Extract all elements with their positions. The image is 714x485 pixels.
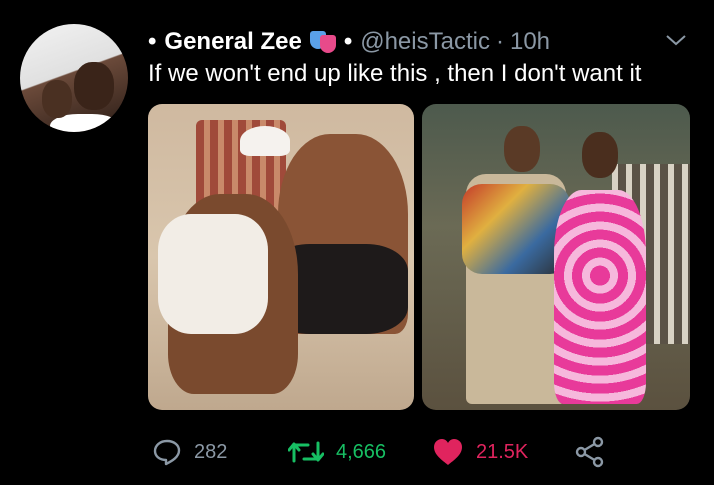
share-icon <box>575 436 604 468</box>
display-name[interactable]: General Zee <box>164 28 301 56</box>
tweet-photo-elderly-couple[interactable] <box>422 104 690 410</box>
tweet-photo-young-couple[interactable] <box>148 104 414 410</box>
retweet-icon <box>288 441 324 463</box>
bullet-dot: • <box>148 28 157 55</box>
photo-elderly-woman-head <box>582 132 618 178</box>
tweet-text: If we won't end up like this , then I do… <box>148 60 642 87</box>
photo-cap <box>240 126 290 156</box>
share-button[interactable] <box>574 432 618 472</box>
performing-arts-icon <box>309 31 336 53</box>
retweet-button[interactable]: 4,666 <box>288 432 386 472</box>
tweet-actions: 282 4,666 21.5K <box>0 432 714 472</box>
tweet-header: • General Zee • @heisTactic · 10h <box>148 26 550 58</box>
avatar-face-background <box>42 80 72 118</box>
chevron-down-icon[interactable] <box>664 28 688 52</box>
like-count: 21.5K <box>476 440 529 463</box>
reply-button[interactable]: 282 <box>152 432 227 472</box>
heart-icon <box>434 439 462 465</box>
profile-avatar[interactable] <box>20 24 128 132</box>
reply-count: 282 <box>194 440 228 463</box>
photo-pink-dress <box>554 190 646 404</box>
user-handle[interactable]: @heisTactic <box>360 28 490 56</box>
reply-icon <box>153 439 181 466</box>
avatar-face-foreground <box>74 62 114 110</box>
bullet-dot: • <box>343 28 353 55</box>
photo-towel <box>158 214 268 334</box>
separator-dot: · <box>495 28 504 55</box>
retweet-count: 4,666 <box>336 440 387 463</box>
like-button[interactable]: 21.5K <box>432 432 528 472</box>
photo-elderly-man-head <box>504 126 540 172</box>
tweet-timestamp[interactable]: 10h <box>510 28 550 56</box>
